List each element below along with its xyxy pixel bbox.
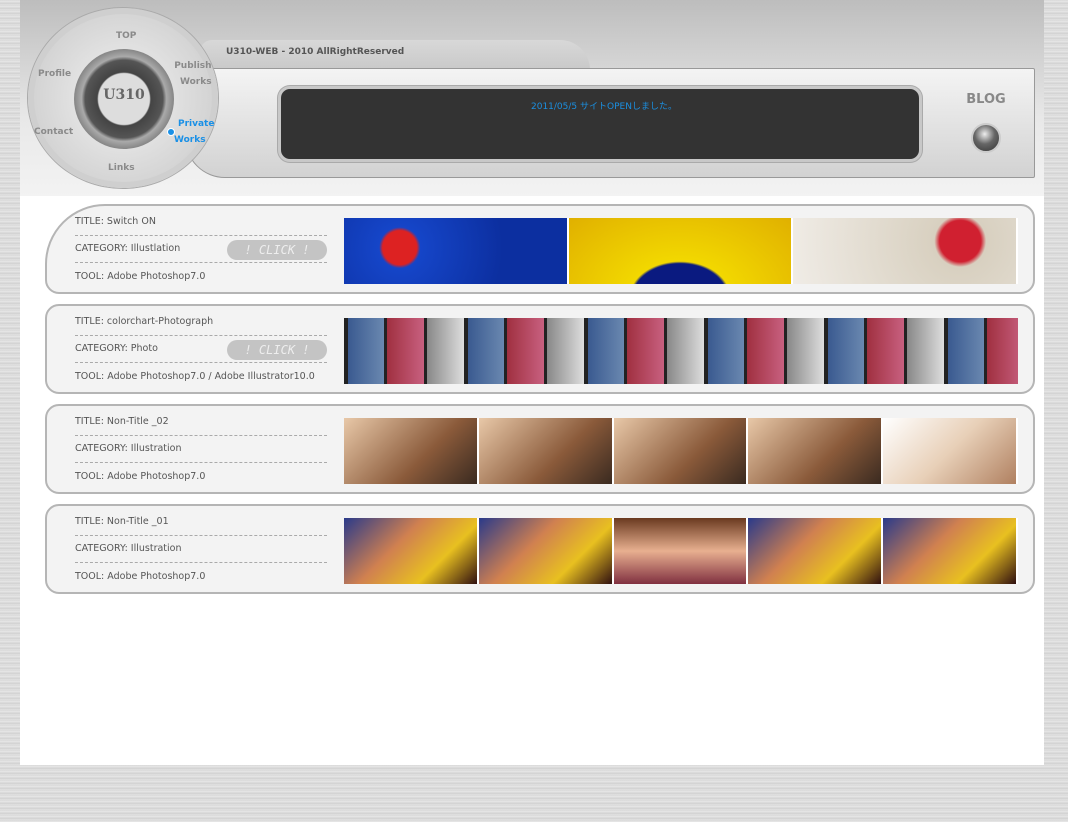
nav-label: Publish <box>174 61 212 71</box>
nav-label: Private <box>178 119 215 129</box>
work-card: TITLE: Switch ON CATEGORY: Illustlation … <box>45 204 1035 294</box>
work-card: TITLE: Non-Title _01 CATEGORY: Illustrat… <box>45 504 1035 594</box>
work-title: TITLE: colorchart-Photograph <box>75 309 327 336</box>
work-thumbnail[interactable] <box>344 318 1018 384</box>
work-tool: TOOL: Adobe Photoshop7.0 <box>75 271 206 282</box>
nav-private-works[interactable]: Private Works <box>174 116 214 148</box>
news-screen: 2011/05/5 サイトOPENしました。 <box>278 86 922 162</box>
page: U310-WEB - 2010 AllRightReserved 2011/05… <box>20 0 1044 765</box>
logo: U310 <box>103 87 145 103</box>
work-thumbnail[interactable] <box>344 218 1019 284</box>
work-title: TITLE: Non-Title _01 <box>75 509 327 536</box>
work-thumbnail[interactable] <box>344 518 1018 584</box>
work-title: TITLE: Non-Title _02 <box>75 409 327 436</box>
work-title: TITLE: Switch ON <box>75 209 327 236</box>
nav-contact[interactable]: Contact <box>34 124 73 140</box>
logo-dial[interactable]: U310 <box>74 49 174 149</box>
blog-label: BLOG <box>966 92 1006 107</box>
nav-label: Works <box>180 77 212 87</box>
click-button[interactable]: ! CLICK ! <box>227 240 327 260</box>
blog-button[interactable]: BLOG <box>956 92 1016 153</box>
work-tool: TOOL: Adobe Photoshop7.0 <box>75 571 206 582</box>
nav-profile[interactable]: Profile <box>38 66 71 82</box>
work-category: CATEGORY: Illustration <box>75 536 327 563</box>
copyright: U310-WEB - 2010 AllRightReserved <box>226 47 405 57</box>
work-tool: TOOL: Adobe Photoshop7.0 / Adobe Illustr… <box>75 371 315 382</box>
work-card: TITLE: Non-Title _02 CATEGORY: Illustrat… <box>45 404 1035 494</box>
knob-icon <box>971 123 1001 153</box>
work-card: TITLE: colorchart-Photograph CATEGORY: P… <box>45 304 1035 394</box>
header: U310-WEB - 2010 AllRightReserved 2011/05… <box>20 0 1044 196</box>
news-text: 2011/05/5 サイトOPENしました。 <box>531 102 677 112</box>
work-tool: TOOL: Adobe Photoshop7.0 <box>75 471 206 482</box>
nav-links[interactable]: Links <box>108 160 135 176</box>
nav-publish-works[interactable]: Publish Works <box>172 58 212 90</box>
work-thumbnail[interactable] <box>344 418 1018 484</box>
click-button[interactable]: ! CLICK ! <box>227 340 327 360</box>
nav-top[interactable]: TOP <box>116 28 136 44</box>
nav-label: Works <box>174 135 206 145</box>
nav-dial: U310 TOP Publish Works Private Works Profi… <box>28 8 218 188</box>
work-category: CATEGORY: Illustration <box>75 436 327 463</box>
